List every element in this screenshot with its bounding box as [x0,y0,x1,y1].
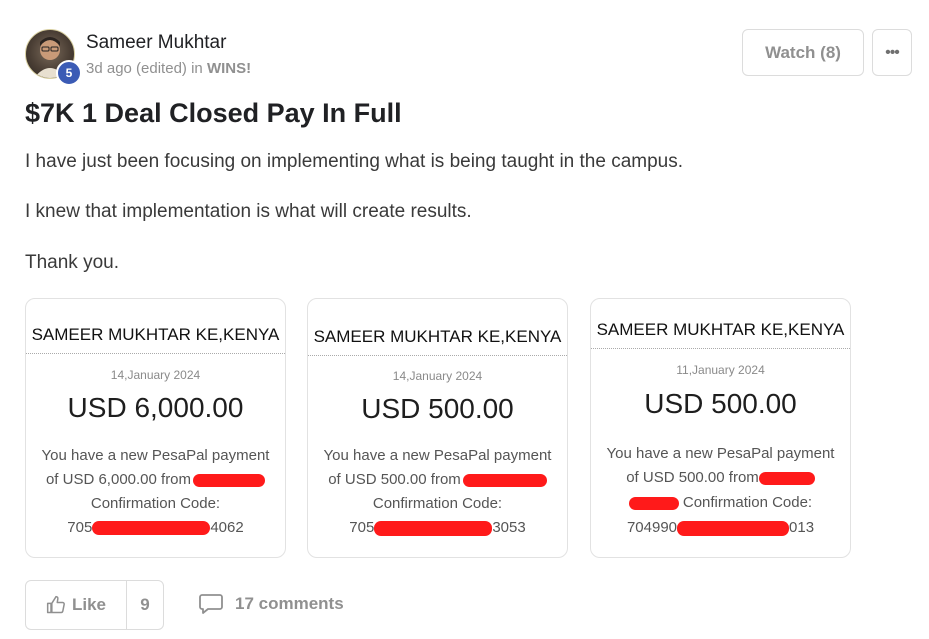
receipt-date: 14,January 2024 [110,368,201,382]
post-paragraph: Thank you. [25,252,119,273]
receipt-divider [591,348,850,349]
receipt-message: You have a new PesaPal payment [323,447,552,464]
receipt-message: of USD 500.00 from [591,469,850,486]
receipt-image[interactable]: SAMEER MUKHTAR KE,KENYA 14,January 2024 … [307,298,568,558]
level-badge: 5 [56,60,82,86]
author-avatar-wrap[interactable]: 5 [25,29,82,86]
post-paragraph: I knew that implementation is what will … [25,201,472,222]
receipt-code: 705 4062 [26,519,285,536]
post-paragraph: I have just been focusing on implementin… [25,151,684,172]
receipt-divider [308,355,567,356]
receipt-message: You have a new PesaPal payment [41,447,270,464]
more-options-icon[interactable]: ••• [872,29,912,76]
like-count[interactable]: 9 [127,581,163,629]
like-control: Like 9 [25,580,164,630]
post-meta: 3d ago (edited) in WINS! [86,60,251,77]
receipt-amount: USD 500.00 [644,388,797,419]
receipt-code: 705 3053 [308,519,567,536]
code-start: 705 [349,519,375,536]
redaction-mark [462,473,547,487]
redaction-mark [92,521,211,536]
thumbs-up-icon [46,595,65,614]
code-start: 704990 [626,519,678,536]
receipt-header: SAMEER MUKHTAR KE,KENYA [313,327,562,346]
redaction-mark [677,520,790,536]
receipt-message: You have a new PesaPal payment [606,445,835,462]
receipt-code-label: Confirmation Code: [90,495,221,512]
comments-label: 17 comments [235,594,344,613]
like-label: Like [71,595,107,614]
receipt-amount: USD 500.00 [361,393,514,424]
code-label: Confirmation Code: [682,494,813,511]
receipt-code: 704990 013 [591,519,850,536]
like-button[interactable]: Like [26,581,127,629]
redaction-mark [758,471,815,485]
in-label: in [191,60,203,77]
receipt-from: of USD 6,000.00 from [45,471,192,488]
watch-button[interactable]: Watch (8) [742,29,864,76]
receipt-message: of USD 500.00 from [308,471,567,488]
receipt-image[interactable]: SAMEER MUKHTAR KE,KENYA 14,January 2024 … [25,298,286,558]
code-end: 3053 [492,519,526,536]
redaction-mark [628,496,679,510]
receipt-date: 11,January 2024 [676,363,765,377]
receipt-divider [26,353,285,354]
code-end: 4062 [210,519,244,536]
post-time: 3d ago (edited) [86,60,187,77]
receipt-image[interactable]: SAMEER MUKHTAR KE,KENYA 11,January 2024 … [590,298,851,558]
receipt-from: of USD 500.00 from [626,469,759,486]
receipt-code-label: Confirmation Code: [591,494,850,511]
code-start: 705 [67,519,93,536]
post-title: $7K 1 Deal Closed Pay In Full [25,98,402,128]
receipt-date: 14,January 2024 [392,369,483,383]
redaction-mark [193,473,266,487]
receipt-from: of USD 500.00 from [328,471,461,488]
receipt-amount: USD 6,000.00 [67,392,244,423]
group-link[interactable]: WINS! [207,60,251,77]
receipt-message: of USD 6,000.00 from [26,471,285,488]
code-end: 013 [789,519,815,536]
redaction-mark [374,520,493,536]
receipt-header: SAMEER MUKHTAR KE,KENYA [31,325,280,344]
comment-icon [199,594,223,614]
receipt-code-label: Confirmation Code: [372,495,503,512]
comments-button[interactable]: 17 comments [199,593,344,615]
receipt-header: SAMEER MUKHTAR KE,KENYA [596,320,845,339]
author-name[interactable]: Sameer Mukhtar [86,32,226,54]
